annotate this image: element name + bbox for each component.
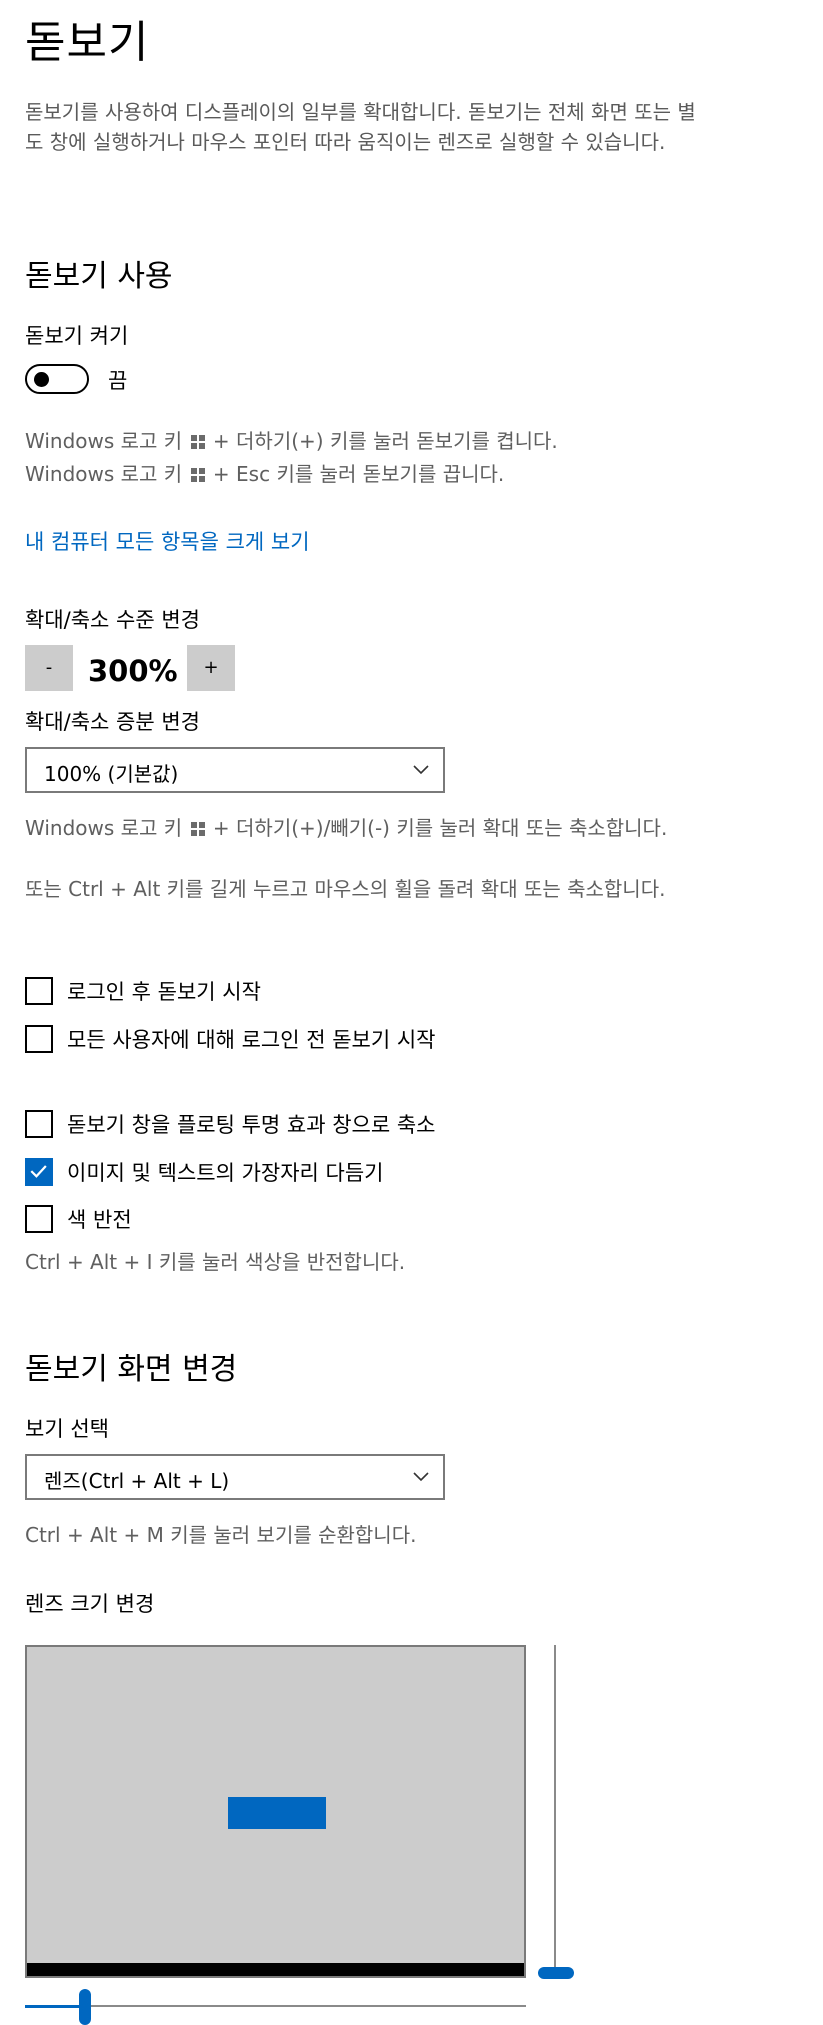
zoom-increment-label: 확대/축소 증분 변경	[25, 710, 200, 734]
lens-preview-bar	[27, 1963, 524, 1976]
zoom-hint-post: + 더하기(+)/빼기(-) 키를 눌러 확대 또는 축소합니다.	[212, 816, 668, 840]
section-heading-view: 돋보기 화면 변경	[25, 1352, 238, 1387]
checkbox-label: 모든 사용자에 대해 로그인 전 돋보기 시작	[67, 1028, 436, 1052]
view-select-label: 보기 선택	[25, 1417, 109, 1441]
chevron-down-icon	[413, 1472, 429, 1482]
checkbox-label: 돋보기 창을 플로팅 투명 효과 창으로 축소	[67, 1113, 436, 1137]
windows-logo-icon	[190, 468, 205, 482]
hint-on-post: + 더하기(+) 키를 눌러 돋보기를 켭니다.	[212, 429, 558, 453]
view-select-value: 렌즈(Ctrl + Alt + L)	[44, 1469, 230, 1493]
checkbox-collapse-floating[interactable]	[25, 1110, 53, 1138]
lens-indicator	[228, 1797, 326, 1829]
zoom-hint-mouse: 또는 Ctrl + Alt 키를 길게 누르고 마우스의 휠을 돌려 확대 또는…	[25, 877, 666, 901]
hint-off-post: + Esc 키를 눌러 돋보기를 끕니다.	[212, 462, 505, 486]
checkbox-label: 이미지 및 텍스트의 가장자리 다듬기	[67, 1161, 384, 1185]
page-description: 돋보기를 사용하여 디스플레이의 일부를 확대합니다. 돋보기는 전체 화면 또…	[25, 100, 696, 154]
view-hint: Ctrl + Alt + M 키를 눌러 보기를 순환합니다.	[25, 1523, 417, 1547]
lens-height-slider-thumb[interactable]	[538, 1967, 574, 1979]
invert-hint: Ctrl + Alt + I 키를 눌러 색상을 반전합니다.	[25, 1250, 406, 1274]
checkbox-start-after-signin[interactable]	[25, 977, 53, 1005]
zoom-hint-keyboard: Windows 로고 키 + 더하기(+)/빼기(-) 키를 눌러 확대 또는 …	[25, 813, 715, 843]
lens-width-slider-track[interactable]	[25, 2005, 526, 2007]
zoom-out-button[interactable]: -	[25, 645, 73, 691]
section-heading-use: 돋보기 사용	[25, 259, 173, 294]
toggle-knob	[34, 372, 49, 387]
windows-logo-icon	[190, 822, 205, 836]
checkbox-start-before-signin[interactable]	[25, 1025, 53, 1053]
toggle-label: 돋보기 켜기	[25, 324, 129, 348]
hint-turn-on: Windows 로고 키 + 더하기(+) 키를 눌러 돋보기를 켭니다.	[25, 426, 715, 456]
lens-width-slider-thumb[interactable]	[79, 1989, 91, 2025]
hint-off-pre: Windows 로고 키	[25, 462, 183, 486]
hint-turn-off: Windows 로고 키 + Esc 키를 눌러 돋보기를 끕니다.	[25, 459, 715, 489]
zoom-increment-select[interactable]: 100% (기본값)	[25, 747, 445, 793]
make-everything-bigger-link[interactable]: 내 컴퓨터 모든 항목을 크게 보기	[25, 526, 310, 556]
toggle-state: 끔	[108, 369, 128, 393]
view-select[interactable]: 렌즈(Ctrl + Alt + L)	[25, 1454, 445, 1500]
lens-size-preview	[25, 1645, 526, 1978]
zoom-increment-value: 100% (기본값)	[44, 762, 179, 786]
windows-logo-icon	[190, 435, 205, 449]
lens-size-label: 렌즈 크기 변경	[25, 1592, 155, 1616]
checkmark-icon	[30, 1165, 47, 1178]
chevron-down-icon	[413, 765, 429, 775]
checkbox-label: 색 반전	[67, 1208, 132, 1232]
page-title: 돋보기	[25, 17, 150, 68]
magnifier-toggle[interactable]	[25, 364, 89, 394]
zoom-level-label: 확대/축소 수준 변경	[25, 608, 200, 632]
checkbox-label: 로그인 후 돋보기 시작	[67, 980, 261, 1004]
lens-width-slider-fill	[25, 2005, 85, 2008]
hint-on-pre: Windows 로고 키	[25, 429, 183, 453]
zoom-level-value: 300%	[88, 654, 178, 688]
checkbox-invert-colors[interactable]	[25, 1205, 53, 1233]
checkbox-smooth-edges[interactable]	[25, 1158, 53, 1186]
lens-height-slider-track[interactable]	[554, 1645, 556, 1975]
zoom-hint-pre: Windows 로고 키	[25, 816, 183, 840]
zoom-in-button[interactable]: +	[187, 645, 235, 691]
